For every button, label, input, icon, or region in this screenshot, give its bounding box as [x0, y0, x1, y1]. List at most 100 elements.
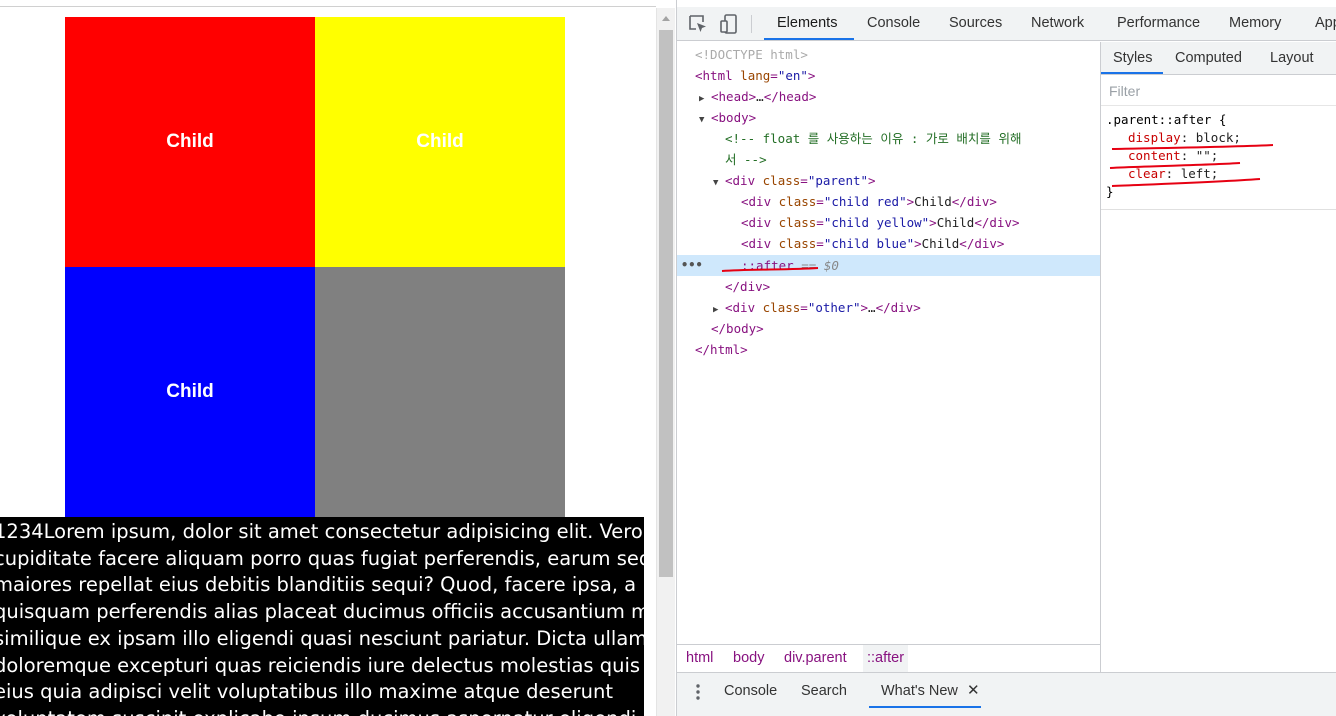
toolbar-separator	[751, 15, 752, 33]
pseudo-element-text: ::after	[741, 258, 794, 273]
other-text-line: doloremque excepturi quas reiciendis iur…	[0, 653, 644, 677]
node-text: Child	[936, 215, 975, 230]
drawer-tab-console[interactable]: Console	[724, 673, 777, 709]
attr-value: "child red"	[823, 194, 907, 209]
tab-sources[interactable]: Sources	[949, 7, 1002, 40]
tab-memory[interactable]: Memory	[1229, 7, 1281, 40]
styles-tabbar: Styles Computed Layout	[1101, 42, 1336, 75]
dom-node-after-selected[interactable]: ••• ::after == $0	[677, 255, 1100, 276]
dom-node-comment[interactable]: <!-- float 를 사용하는 이유 : 가로 배치를 위해	[677, 128, 1100, 149]
tag-text: </body>	[711, 321, 764, 336]
drawer-tab-search[interactable]: Search	[801, 673, 847, 709]
tag-text: </div>	[959, 236, 1005, 251]
other-text-line: voluptatem suscipit explicabo ipsum duci…	[0, 706, 644, 716]
property-value[interactable]: "";	[1196, 148, 1219, 163]
tab-network[interactable]: Network	[1031, 7, 1084, 40]
tag-text: </div>	[974, 215, 1020, 230]
devtools-drawer: Console Search What's New ✕	[677, 672, 1336, 716]
scroll-up-icon[interactable]	[662, 16, 670, 21]
dom-node-div-close[interactable]: </div>	[677, 276, 1100, 297]
dom-node-html-close[interactable]: </html>	[677, 339, 1100, 360]
attr-value: "other"	[807, 300, 861, 315]
tag-text: <div	[741, 236, 772, 251]
tab-computed[interactable]: Computed	[1175, 42, 1242, 74]
child-yellow-box: Child	[315, 17, 565, 267]
dom-tree: <!DOCTYPE html> <html lang="en"> ▶ <head>…	[677, 42, 1100, 643]
dom-node-head[interactable]: ▶ <head>…</head>	[677, 86, 1100, 107]
tag-text: >	[807, 68, 816, 83]
tab-elements[interactable]: Elements	[777, 7, 837, 40]
child-red-label: Child	[166, 131, 214, 152]
screen: Child Child Child 1234Lorem ipsum, dolor…	[0, 0, 1336, 716]
declaration-content[interactable]: content: "";	[1128, 147, 1218, 165]
console-ref-eq: ==	[801, 258, 817, 273]
node-text: Child	[921, 236, 960, 251]
property-value[interactable]: block;	[1196, 130, 1241, 145]
other-text-line: 1234Lorem ipsum, dolor sit amet consecte…	[0, 520, 643, 543]
close-icon[interactable]: ✕	[967, 673, 980, 709]
tab-application[interactable]: App	[1315, 7, 1336, 40]
dom-node-doctype[interactable]: <!DOCTYPE html>	[677, 44, 1100, 65]
child-red-box: Child	[65, 17, 315, 267]
collapsed-ellipsis: …	[868, 300, 876, 315]
tab-layout[interactable]: Layout	[1270, 42, 1314, 74]
dom-node-div-parent[interactable]: ▼ <div class="parent">	[677, 170, 1100, 191]
dom-node-body[interactable]: ▼ <body>	[677, 107, 1100, 128]
dom-node-body-close[interactable]: </body>	[677, 318, 1100, 339]
console-ref-var: $0	[823, 258, 839, 273]
dom-node-comment-cont[interactable]: 서 -->	[677, 149, 1100, 170]
attr-name: class	[778, 215, 817, 230]
tag-text: </div>	[725, 279, 771, 294]
declaration-display[interactable]: display: block;	[1128, 129, 1241, 147]
comment-text: <!-- float 를 사용하는 이유 : 가로 배치를 위해	[725, 131, 1022, 146]
more-actions-icon[interactable]: •••	[681, 255, 703, 276]
active-tab-indicator	[869, 706, 981, 708]
dom-node-div-other[interactable]: ▶ <div class="other">…</div>	[677, 297, 1100, 318]
attr-name: class	[762, 300, 801, 315]
property-name[interactable]: clear	[1128, 166, 1166, 181]
declaration-clear[interactable]: clear: left;	[1128, 165, 1218, 183]
attr-value: "en"	[777, 68, 808, 83]
attr-name: class	[778, 194, 817, 209]
inspect-element-icon[interactable]	[687, 13, 709, 35]
breadcrumb-after[interactable]: ::after	[863, 645, 909, 672]
device-toolbar-icon[interactable]	[719, 13, 741, 35]
comment-text: 서 -->	[725, 152, 767, 167]
scrollbar-thumb[interactable]	[659, 30, 673, 577]
tab-console[interactable]: Console	[867, 7, 920, 40]
styles-pane: Styles Computed Layout Filter .parent::a…	[1101, 42, 1336, 672]
attr-name: class	[762, 173, 801, 188]
drawer-menu-icon[interactable]	[695, 682, 701, 702]
tab-performance[interactable]: Performance	[1117, 7, 1200, 40]
attr-name: class	[778, 236, 817, 251]
dom-node-child-blue[interactable]: <div class="child blue">Child</div>	[677, 233, 1100, 254]
page-scrollbar[interactable]	[656, 8, 675, 716]
dom-node-child-yellow[interactable]: <div class="child yellow">Child</div>	[677, 212, 1100, 233]
tag-text: >	[906, 194, 915, 209]
tag-text: <div	[725, 300, 756, 315]
tag-text: <div	[741, 194, 772, 209]
breadcrumb-body[interactable]: body	[733, 645, 764, 672]
property-name[interactable]: content	[1128, 148, 1181, 163]
attr-value: "parent"	[807, 173, 869, 188]
breadcrumb-div-parent[interactable]: div.parent	[784, 645, 847, 672]
property-value[interactable]: left;	[1181, 166, 1219, 181]
drawer-tab-whats-new[interactable]: What's New	[881, 673, 958, 709]
dom-node-html[interactable]: <html lang="en">	[677, 65, 1100, 86]
styles-filter-input[interactable]: Filter	[1101, 76, 1336, 106]
breadcrumb-html[interactable]: html	[686, 645, 713, 672]
active-tab-indicator	[764, 38, 854, 40]
tag-text: <div	[741, 215, 772, 230]
attr-name: lang	[740, 68, 771, 83]
property-name[interactable]: display	[1128, 130, 1181, 145]
other-text-block: 1234Lorem ipsum, dolor sit amet consecte…	[0, 517, 644, 716]
child-blue-label: Child	[166, 381, 214, 402]
tab-styles[interactable]: Styles	[1113, 42, 1153, 74]
tag-text: </div>	[951, 194, 997, 209]
dom-node-child-red[interactable]: <div class="child red">Child</div>	[677, 191, 1100, 212]
doctype-text: <!DOCTYPE html>	[695, 47, 808, 62]
collapsed-ellipsis: …	[756, 89, 764, 104]
other-text-line: eius quia adipisci velit voluptatibus il…	[0, 680, 613, 704]
rule-selector[interactable]: .parent::after {	[1106, 111, 1226, 129]
devtools-toolbar: Elements Console Sources Network Perform…	[677, 7, 1336, 41]
